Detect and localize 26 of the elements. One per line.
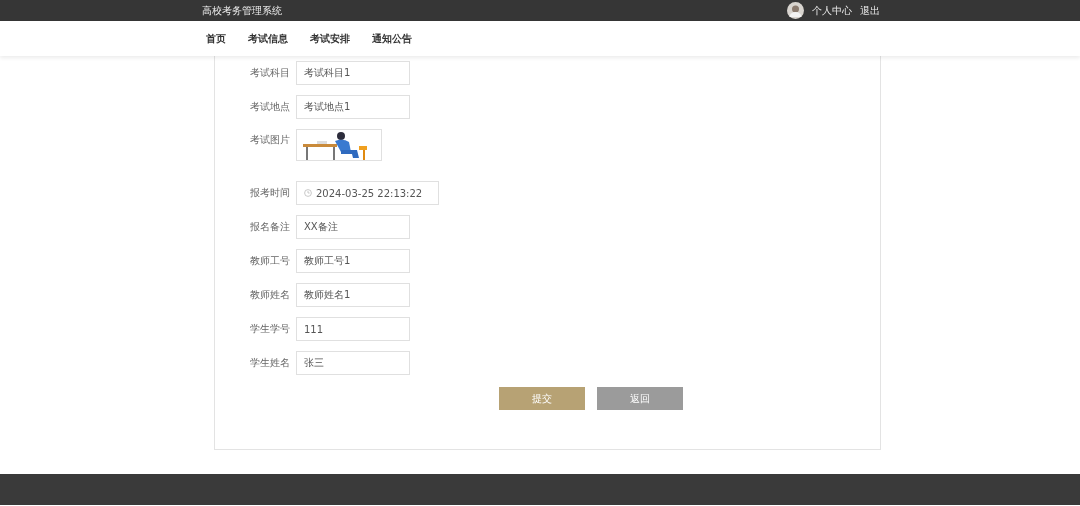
input-field[interactable]: 考试科目1 — [296, 61, 410, 85]
input-field[interactable]: 111 — [296, 317, 410, 341]
nav-link[interactable]: 通知公告 — [372, 31, 412, 46]
field-label: 报名备注 — [249, 220, 291, 234]
field-label: 考试图片 — [249, 133, 291, 147]
header-link[interactable]: 退出 — [860, 3, 880, 18]
field-label: 学生学号 — [249, 322, 291, 336]
input-field[interactable]: 教师姓名1 — [296, 283, 410, 307]
input-field[interactable]: XX备注 — [296, 215, 410, 239]
field-label: 考试科目 — [249, 66, 291, 80]
field-label: 教师姓名 — [249, 288, 291, 302]
field-label: 教师工号 — [249, 254, 291, 268]
input-field[interactable]: 教师工号1 — [296, 249, 410, 273]
field-label: 报考时间 — [249, 186, 291, 200]
site-title: 高校考务管理系统 — [202, 3, 282, 18]
nav-link[interactable]: 考试安排 — [310, 31, 350, 46]
input-field[interactable]: 考试地点1 — [296, 95, 410, 119]
field-label: 学生姓名 — [249, 356, 291, 370]
field-label: 考试地点 — [249, 100, 291, 114]
input-field[interactable]: 张三 — [296, 351, 410, 375]
header-link[interactable]: 个人中心 — [812, 3, 852, 18]
nav-link[interactable]: 考试信息 — [248, 31, 288, 46]
nav-link[interactable]: 首页 — [206, 31, 226, 46]
date-field[interactable]: 2024-03-25 22:13:22 — [296, 181, 439, 205]
avatar-icon — [787, 2, 804, 19]
clock-icon — [304, 189, 312, 197]
